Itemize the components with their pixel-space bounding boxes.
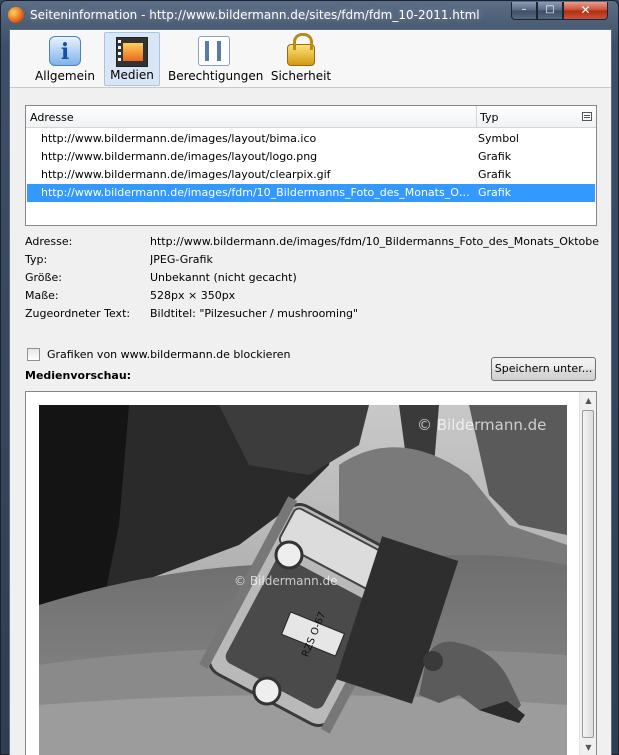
- detail-dimensions-label: Maße:: [25, 289, 59, 302]
- firefox-icon: [8, 7, 24, 23]
- tab-toolbar: Allgemein Medien Berechtigungen Sicherhe…: [10, 30, 611, 88]
- block-images-row[interactable]: Grafiken von www.bildermann.de blockiere…: [27, 347, 447, 363]
- detail-alt-label: Zugeordneter Text:: [25, 307, 131, 320]
- lock-icon: [287, 33, 315, 66]
- tab-allgemein-label: Allgemein: [35, 69, 95, 83]
- detail-dimensions: Maße: 528px × 350px: [25, 289, 605, 305]
- list-item-address: http://www.bildermann.de/images/layout/c…: [41, 168, 331, 181]
- list-header: Adresse Typ: [26, 106, 596, 128]
- detail-size-label: Größe:: [25, 271, 62, 284]
- list-item-type: Grafik: [478, 150, 512, 163]
- list-item-address: http://www.bildermann.de/images/fdm/10_B…: [41, 186, 471, 199]
- preview-image: RZS O-67 © Bildermann.de © Bildermann.de: [39, 405, 567, 755]
- tab-sicherheit-label: Sicherheit: [270, 69, 332, 83]
- list-item[interactable]: http://www.bildermann.de/images/layout/c…: [27, 166, 595, 184]
- tab-berechtigungen-label: Berechtigungen: [168, 69, 264, 83]
- list-item-address: http://www.bildermann.de/images/layout/b…: [41, 132, 317, 145]
- detail-address-label: Adresse:: [25, 235, 73, 248]
- title-bar[interactable]: Seiteninformation - http://www.bilderman…: [1, 1, 618, 29]
- block-images-label[interactable]: Grafiken von www.bildermann.de blockiere…: [47, 348, 290, 361]
- detail-address-value: http://www.bildermann.de/images/fdm/10_B…: [150, 235, 600, 248]
- scroll-thumb[interactable]: [582, 410, 594, 738]
- list-item[interactable]: http://www.bildermann.de/images/layout/b…: [27, 130, 595, 148]
- close-button[interactable]: ✕: [563, 2, 608, 20]
- tab-allgemein[interactable]: Allgemein: [30, 32, 100, 86]
- maximize-button[interactable]: □: [537, 2, 563, 20]
- info-icon: [49, 36, 81, 66]
- tab-medien-label: Medien: [110, 68, 154, 82]
- list-item-type: Grafik: [478, 168, 512, 181]
- media-icon: [116, 37, 148, 67]
- watermark-top: © Bildermann.de: [417, 416, 546, 434]
- permissions-icon: [198, 36, 230, 66]
- window-frame: Seiteninformation - http://www.bilderman…: [0, 0, 619, 755]
- scroll-up-icon[interactable]: ▲: [580, 392, 596, 409]
- save-as-button[interactable]: Speichern unter...: [491, 357, 596, 381]
- preview-scrollbar[interactable]: ▲ ▼: [579, 392, 596, 755]
- list-item-address: http://www.bildermann.de/images/layout/l…: [41, 150, 318, 163]
- preview-label: Medienvorschau:: [25, 369, 132, 382]
- list-item[interactable]: http://www.bildermann.de/images/layout/l…: [27, 148, 595, 166]
- list-item-type: Symbol: [478, 132, 519, 145]
- media-list[interactable]: Adresse Typ http://www.bildermann.de/ima…: [25, 105, 597, 226]
- detail-alt-text: Zugeordneter Text: Bildtitel: "Pilzesuch…: [25, 307, 605, 323]
- window-title: Seiteninformation - http://www.bilderman…: [30, 8, 480, 22]
- block-images-checkbox[interactable]: [27, 348, 40, 361]
- detail-size-value: Unbekannt (nicht gecacht): [150, 271, 297, 284]
- detail-type-value: JPEG-Grafik: [150, 253, 213, 266]
- column-picker-icon[interactable]: [582, 112, 592, 121]
- detail-size: Größe: Unbekannt (nicht gecacht): [25, 271, 605, 287]
- detail-alt-value: Bildtitel: "Pilzesucher / mushrooming": [150, 307, 359, 320]
- tab-berechtigungen[interactable]: Berechtigungen: [168, 32, 264, 86]
- detail-type-label: Typ:: [25, 253, 48, 266]
- list-item-selected[interactable]: http://www.bildermann.de/images/fdm/10_B…: [27, 184, 595, 202]
- column-separator[interactable]: [476, 106, 477, 128]
- scroll-down-icon[interactable]: ▼: [580, 739, 596, 755]
- detail-address: Adresse: http://www.bildermann.de/images…: [25, 235, 605, 251]
- watermark-middle: © Bildermann.de: [234, 574, 338, 588]
- tab-sicherheit[interactable]: Sicherheit: [268, 32, 334, 86]
- list-item-type: Grafik: [478, 186, 512, 199]
- column-header-adresse[interactable]: Adresse: [30, 111, 74, 124]
- tab-medien[interactable]: Medien: [104, 32, 160, 86]
- column-header-typ[interactable]: Typ: [480, 111, 499, 124]
- media-preview: RZS O-67 © Bildermann.de © Bildermann.de…: [25, 391, 597, 755]
- detail-type: Typ: JPEG-Grafik: [25, 253, 605, 269]
- dialog-body: Allgemein Medien Berechtigungen Sicherhe…: [9, 29, 612, 755]
- minimize-button[interactable]: –: [511, 2, 537, 20]
- detail-dimensions-value: 528px × 350px: [150, 289, 236, 302]
